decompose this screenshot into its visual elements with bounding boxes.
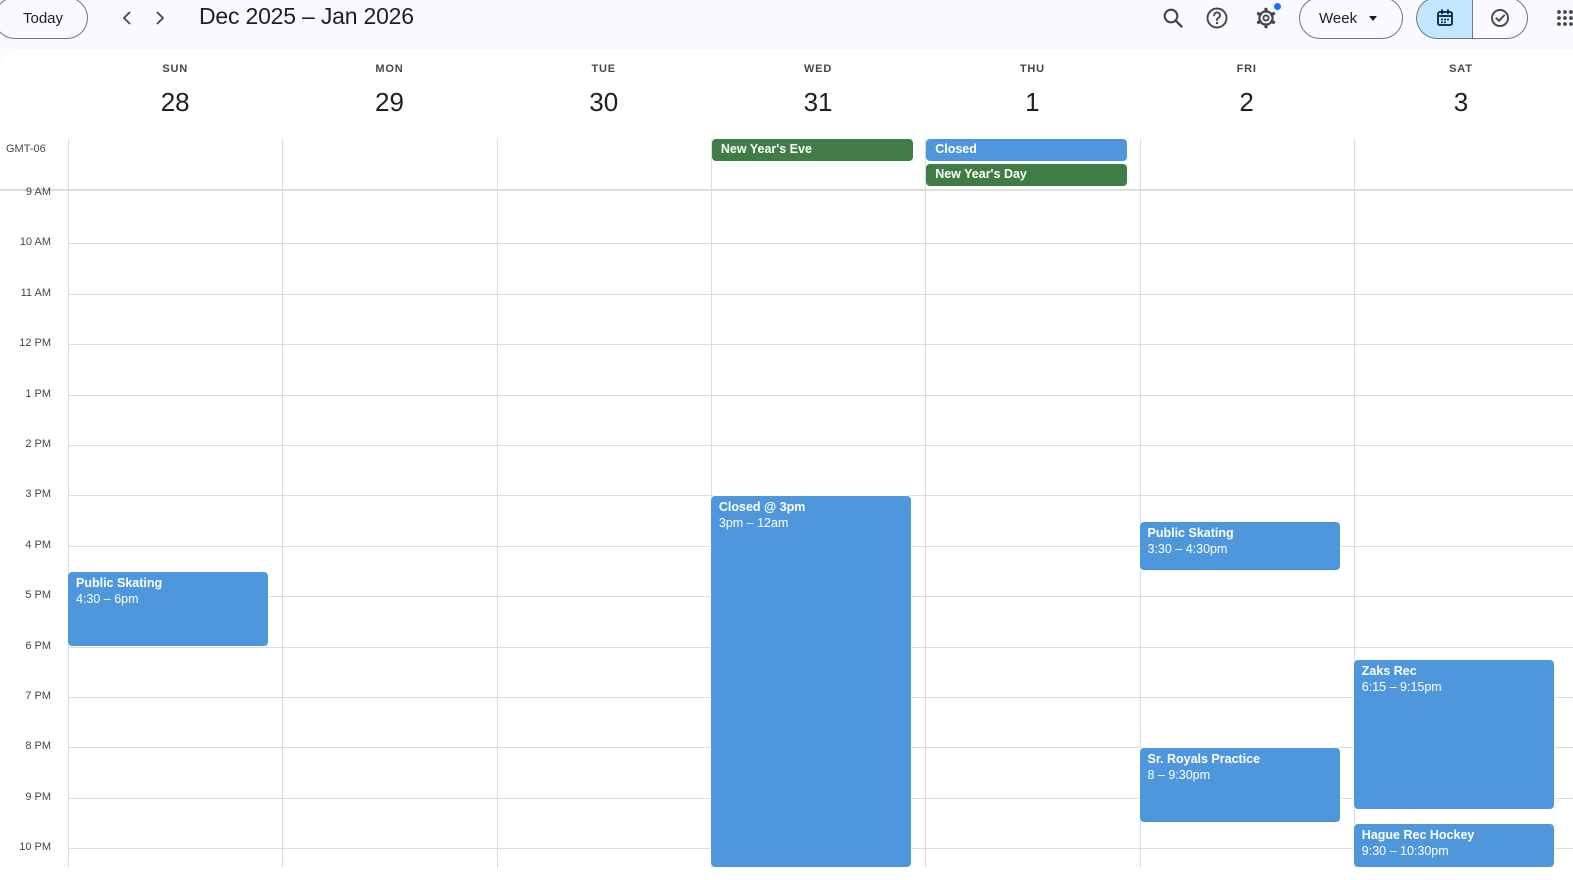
day-of-week-label: SUN xyxy=(162,63,188,75)
day-header-sat[interactable]: SAT 3 xyxy=(1354,50,1568,140)
hour-label: 12 PM xyxy=(19,337,51,349)
hour-label: 10 AM xyxy=(19,236,51,248)
hour-gridline xyxy=(68,243,1573,244)
hour-label: 11 AM xyxy=(20,287,51,299)
search-icon xyxy=(1163,8,1183,28)
day-number[interactable]: 28 xyxy=(68,87,282,118)
day-column-divider xyxy=(925,139,926,868)
day-number[interactable]: 2 xyxy=(1140,87,1354,118)
hour-gridline xyxy=(68,445,1573,446)
help-icon xyxy=(1206,7,1228,29)
all-day-divider xyxy=(0,189,1573,191)
event-title: Public Skating xyxy=(1147,526,1234,540)
calendar-event[interactable]: Closed @ 3pm 3pm – 12am xyxy=(709,495,913,868)
hour-label: 7 PM xyxy=(25,690,51,702)
hour-label: 6 PM xyxy=(25,640,51,652)
tasks-view-toggle[interactable] xyxy=(1472,0,1528,39)
day-header-wed[interactable]: WED 31 xyxy=(711,50,925,140)
week-grid: GMT-06 SUN 28 MON 29 TUE 30 WED 31 THU 1 FRI 2 SAT 3 9… xyxy=(0,50,1573,880)
hour-gridline xyxy=(68,294,1573,295)
day-column-divider xyxy=(68,139,69,868)
day-of-week-label: MON xyxy=(375,63,404,75)
day-of-week-label: TUE xyxy=(591,63,616,75)
day-header-mon[interactable]: MON 29 xyxy=(282,50,496,140)
hour-label: 1 PM xyxy=(25,388,51,400)
today-button[interactable]: Today xyxy=(0,0,88,39)
hour-label: 5 PM xyxy=(25,589,51,601)
event-title: Sr. Royals Practice xyxy=(1147,752,1261,766)
hour-label: 8 PM xyxy=(25,740,51,752)
day-number[interactable]: 29 xyxy=(282,87,496,118)
event-time: 3:30 – 4:30pm xyxy=(1147,542,1228,556)
next-week-button[interactable] xyxy=(144,2,176,34)
calendar-event[interactable]: Sr. Royals Practice 8 – 9:30pm xyxy=(1138,747,1341,823)
day-column-divider xyxy=(282,139,283,868)
chevron-right-icon xyxy=(156,11,164,25)
event-title: Closed @ 3pm xyxy=(718,500,806,514)
event-time: 9:30 – 10:30pm xyxy=(1361,844,1449,858)
hour-label: 2 PM xyxy=(25,438,51,450)
hour-gridline xyxy=(68,344,1573,345)
settings-button[interactable] xyxy=(1248,1,1284,35)
date-range-title: Dec 2025 – Jan 2026 xyxy=(199,3,414,29)
view-selector[interactable]: Week xyxy=(1299,0,1403,39)
day-of-week-label: FRI xyxy=(1236,63,1257,75)
day-header-fri[interactable]: FRI 2 xyxy=(1140,50,1354,140)
hour-gridline xyxy=(68,395,1573,396)
search-button[interactable] xyxy=(1155,1,1191,35)
hour-label: 9 AM xyxy=(25,186,51,198)
day-of-week-label: SAT xyxy=(1449,63,1473,75)
day-of-week-label: THU xyxy=(1019,63,1045,75)
help-button[interactable] xyxy=(1199,1,1235,35)
hour-label: 10 PM xyxy=(19,841,51,853)
timezone-label: GMT-06 xyxy=(6,143,46,155)
calendar-view-toggle[interactable] xyxy=(1416,0,1473,39)
calendar-event[interactable]: Public Skating 4:30 – 6pm xyxy=(67,571,270,647)
day-header-sun[interactable]: SUN 28 xyxy=(68,50,282,140)
event-title: Zaks Rec xyxy=(1361,664,1417,678)
event-title: Public Skating xyxy=(76,576,163,590)
day-header-thu[interactable]: THU 1 xyxy=(925,50,1139,140)
event-time: 3pm – 12am xyxy=(718,516,789,530)
hour-label: 9 PM xyxy=(25,791,51,803)
hour-label: 3 PM xyxy=(25,488,51,500)
hour-label: 4 PM xyxy=(25,539,51,551)
event-time: 6:15 – 9:15pm xyxy=(1361,680,1442,694)
event-time: 4:30 – 6pm xyxy=(76,592,139,606)
all-day-event-chip[interactable]: Closed xyxy=(926,139,1128,161)
day-header-tue[interactable]: TUE 30 xyxy=(497,50,711,140)
event-time: 8 – 9:30pm xyxy=(1147,768,1211,782)
chevron-left-icon xyxy=(123,11,131,25)
apps-grid-icon xyxy=(1557,10,1573,26)
previous-week-button[interactable] xyxy=(111,2,143,34)
calendar-icon xyxy=(1437,9,1453,26)
day-number[interactable]: 30 xyxy=(497,87,711,118)
all-day-event-chip[interactable]: New Year's Day xyxy=(926,164,1128,186)
caret-down-icon xyxy=(1369,15,1378,21)
notification-dot xyxy=(1274,3,1281,10)
gear-icon xyxy=(1256,7,1276,29)
apps-button[interactable] xyxy=(1541,2,1573,34)
all-day-event-chip[interactable]: New Year's Eve xyxy=(711,139,914,161)
check-circle-icon xyxy=(1491,9,1509,27)
top-toolbar: Today Dec 2025 – Jan 2026 Week xyxy=(0,0,1573,40)
calendar-event[interactable]: Zaks Rec 6:15 – 9:15pm xyxy=(1352,659,1556,810)
day-number[interactable]: 1 xyxy=(925,87,1139,118)
view-selector-label: Week xyxy=(1319,9,1358,27)
calendar-event[interactable]: Hague Rec Hockey 9:30 – 10:30pm xyxy=(1352,823,1556,868)
day-of-week-label: WED xyxy=(804,63,833,75)
day-column-divider xyxy=(497,139,498,868)
day-number[interactable]: 3 xyxy=(1354,87,1568,118)
calendar-app: Today Dec 2025 – Jan 2026 Week GMT-06 SU… xyxy=(0,0,1573,880)
day-number[interactable]: 31 xyxy=(711,87,925,118)
calendar-event[interactable]: Public Skating 3:30 – 4:30pm xyxy=(1138,521,1341,571)
event-title: Hague Rec Hockey xyxy=(1361,828,1475,842)
